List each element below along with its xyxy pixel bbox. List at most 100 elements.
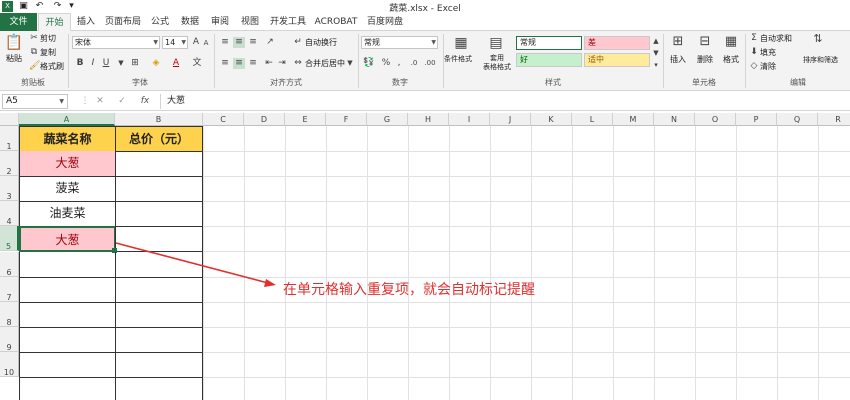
divider xyxy=(68,34,69,88)
delete-cells-button[interactable]: 删除 xyxy=(697,54,713,65)
title-bar: X ▣ ↶ ↷ ▾ 蔬菜.xlsx - Excel xyxy=(0,0,850,14)
divider xyxy=(214,34,215,88)
increase-decimal-icon[interactable]: .0 xyxy=(407,58,421,69)
borders-icon[interactable]: ⊞ xyxy=(129,58,141,69)
style-normal[interactable]: 常规 xyxy=(516,36,582,50)
style-good[interactable]: 好 xyxy=(516,53,582,67)
wrap-text-button[interactable]: 自动换行 xyxy=(305,37,337,48)
tab-review[interactable]: 审阅 xyxy=(207,13,233,31)
font-name-select[interactable]: 宋体 ▼ xyxy=(72,36,160,49)
tab-insert[interactable]: 插入 xyxy=(72,13,100,31)
decrease-font-icon[interactable]: A xyxy=(201,38,211,49)
chevron-down-icon[interactable]: ▼ xyxy=(345,58,355,69)
merge-center-icon: ⇔ xyxy=(294,58,302,68)
font-size-select[interactable]: 14 ▼ xyxy=(162,36,188,49)
currency-icon[interactable]: 💱 xyxy=(362,58,376,69)
sort-filter-icon[interactable]: ⇅ xyxy=(811,33,825,44)
insert-function-button[interactable]: fx xyxy=(138,96,152,107)
font-name-value: 宋体 xyxy=(75,38,91,47)
autosum-icon: Σ xyxy=(751,33,757,43)
tab-acrobat[interactable]: ACROBAT xyxy=(313,13,359,31)
font-group-label: 字体 xyxy=(132,78,148,87)
tab-home[interactable]: 开始 xyxy=(38,13,71,32)
align-right-icon[interactable]: ≡ xyxy=(247,58,259,69)
format-cells-icon[interactable]: ▦ xyxy=(723,34,739,50)
number-group-label: 数字 xyxy=(392,78,408,87)
bold-button[interactable]: B xyxy=(75,58,85,69)
paste-button[interactable]: 粘贴 xyxy=(6,53,22,64)
decrease-decimal-icon[interactable]: .00 xyxy=(423,58,437,69)
tab-page-layout[interactable]: 页面布局 xyxy=(103,13,143,31)
conditional-format-button[interactable]: 条件格式 xyxy=(444,54,472,65)
chevron-down-icon[interactable]: ▼ xyxy=(116,58,126,69)
worksheet-grid[interactable]: ABCDEFGHIJKLMNOPQR 1 2 3 4 5 6 7 8 9 10 蔬菜名称 总价（元… xyxy=(0,113,850,400)
more-options-icon: ⋮ xyxy=(80,96,90,106)
conditional-format-icon[interactable]: ▦ xyxy=(451,34,471,52)
copy-icon: ⧉ xyxy=(30,47,38,57)
insert-cells-icon[interactable]: ⊞ xyxy=(670,34,686,50)
ribbon: 📋 粘贴 ✂ 剪切 ⧉ 复制 🖌 格式刷 剪贴板 宋体 ▼ 14 ▼ A A B I… xyxy=(0,31,850,91)
merge-center-button[interactable]: 合并后居中 xyxy=(305,58,345,69)
formula-input[interactable]: 大葱 xyxy=(160,94,848,109)
cut-icon: ✂ xyxy=(30,33,38,43)
chevron-down-icon: ▼ xyxy=(59,98,64,105)
cells-group-label: 单元格 xyxy=(692,78,716,87)
fill-button[interactable]: 填充 xyxy=(760,47,776,58)
align-bottom-icon[interactable]: ≡ xyxy=(247,37,259,48)
ribbon-tabs: 文件 开始 插入 页面布局 公式 数据 审阅 视图 开发工具 ACROBAT 百… xyxy=(0,13,850,32)
cut-button[interactable]: 剪切 xyxy=(40,33,56,44)
format-painter-button[interactable]: 格式刷 xyxy=(40,61,64,72)
delete-cells-icon[interactable]: ⊟ xyxy=(697,34,713,50)
styles-scroll-down-icon[interactable]: ▼ xyxy=(652,48,660,59)
align-center-icon[interactable]: ≡ xyxy=(233,58,245,69)
style-bad[interactable]: 差 xyxy=(584,36,650,50)
fill-color-icon[interactable]: ◈ xyxy=(150,58,162,69)
styles-scroll-up-icon[interactable]: ▲ xyxy=(652,36,660,47)
tab-file[interactable]: 文件 xyxy=(0,13,37,31)
number-format-value: 常规 xyxy=(364,38,380,47)
format-as-table-icon[interactable]: ▤ xyxy=(486,34,506,52)
format-painter-icon: 🖌 xyxy=(29,61,41,71)
wrap-text-icon: ↵ xyxy=(294,37,302,47)
style-neutral[interactable]: 适中 xyxy=(584,53,650,67)
increase-indent-icon[interactable]: ⇥ xyxy=(276,58,288,69)
sort-filter-button[interactable]: 排序和筛选 xyxy=(803,55,838,66)
align-middle-icon[interactable]: ≡ xyxy=(233,37,245,48)
tab-developer[interactable]: 开发工具 xyxy=(268,13,308,31)
name-box[interactable]: A5 ▼ xyxy=(2,94,68,109)
percent-button[interactable]: % xyxy=(381,58,391,69)
divider xyxy=(358,34,359,88)
underline-button[interactable]: U xyxy=(101,58,111,69)
orientation-icon[interactable]: ↗ xyxy=(263,37,277,48)
cancel-icon[interactable]: ✕ xyxy=(94,96,106,107)
number-format-select[interactable]: 常规 ▼ xyxy=(361,36,438,49)
autosum-button[interactable]: 自动求和 xyxy=(760,33,792,44)
align-top-icon[interactable]: ≡ xyxy=(219,37,231,48)
copy-button[interactable]: 复制 xyxy=(40,47,56,58)
tab-formulas[interactable]: 公式 xyxy=(147,13,173,31)
insert-cells-button[interactable]: 插入 xyxy=(670,54,686,65)
annotation-text: 在单元格输入重复项，就会自动标记提醒 xyxy=(283,282,535,298)
decrease-indent-icon[interactable]: ⇤ xyxy=(263,58,275,69)
editing-group-label: 编辑 xyxy=(790,78,806,87)
comma-button[interactable]: , xyxy=(394,58,404,69)
tab-view[interactable]: 视图 xyxy=(237,13,263,31)
increase-font-icon[interactable]: A xyxy=(191,37,201,48)
font-color-icon[interactable]: A xyxy=(170,58,182,69)
paste-icon[interactable]: 📋 xyxy=(4,33,24,51)
clear-button[interactable]: 清除 xyxy=(760,61,776,72)
format-as-table-button[interactable]: 套用 表格格式 xyxy=(480,54,514,72)
chevron-down-icon: ▼ xyxy=(153,39,158,46)
formula-bar: A5 ▼ ⋮ ✕ ✓ fx 大葱 xyxy=(0,92,850,111)
align-left-icon[interactable]: ≡ xyxy=(219,58,231,69)
tab-data[interactable]: 数据 xyxy=(177,13,203,31)
annotation-arrow xyxy=(115,242,276,287)
phonetic-icon[interactable]: 文 xyxy=(192,58,202,69)
enter-icon[interactable]: ✓ xyxy=(116,96,128,107)
format-cells-button[interactable]: 格式 xyxy=(723,54,739,65)
tab-baidu-netdisk[interactable]: 百度网盘 xyxy=(364,13,406,31)
styles-more-icon[interactable]: ▾ xyxy=(652,60,660,71)
italic-button[interactable]: I xyxy=(88,58,98,69)
alignment-group-label: 对齐方式 xyxy=(270,78,302,87)
fill-icon: ⬇ xyxy=(750,47,758,57)
